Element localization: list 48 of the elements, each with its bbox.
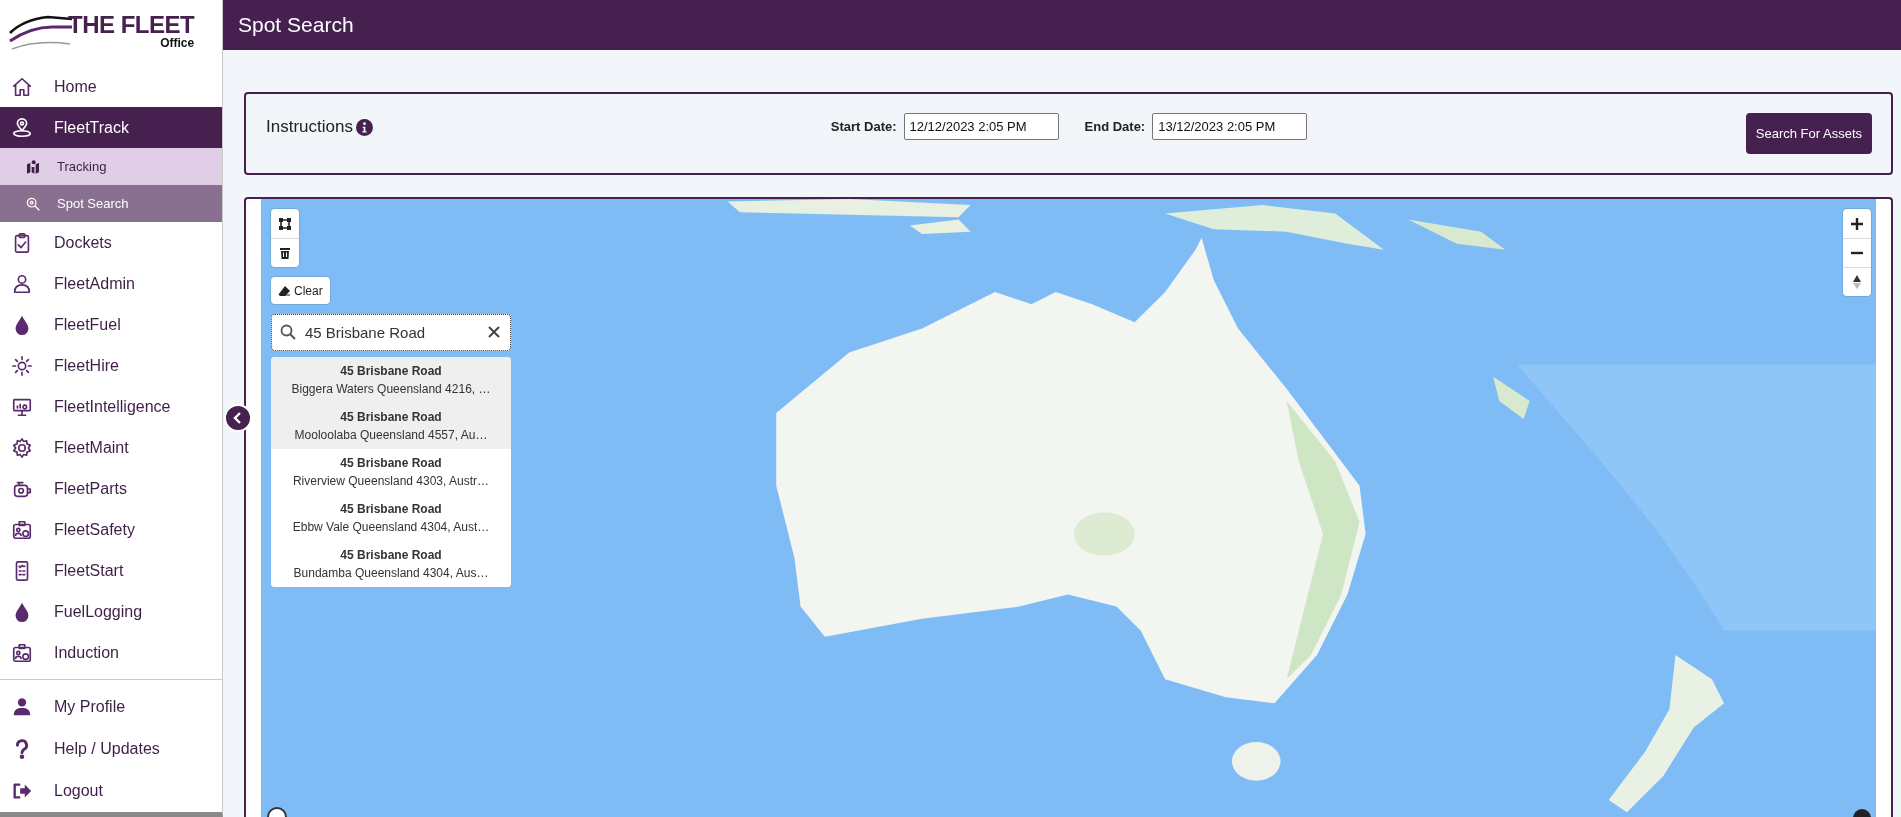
sidebar-item[interactable]: FleetHire bbox=[0, 345, 222, 386]
person-icon bbox=[11, 272, 33, 295]
start-date-label: Start Date: bbox=[830, 119, 897, 134]
sidebar-item[interactable]: Dockets bbox=[0, 222, 222, 263]
sidebar-item[interactable]: FleetTrack bbox=[0, 107, 222, 148]
sidebar-item[interactable]: Home bbox=[0, 66, 222, 107]
sidebar-item[interactable]: FleetMaint bbox=[0, 427, 222, 468]
end-date-label: End Date: bbox=[1084, 119, 1146, 134]
sidebar-item[interactable]: FuelLogging bbox=[0, 591, 222, 632]
pin-icon bbox=[11, 116, 33, 139]
sidebar-item[interactable]: FleetFuel bbox=[0, 304, 222, 345]
eraser-icon bbox=[278, 284, 291, 297]
id-card-icon bbox=[11, 641, 33, 664]
suggestion-item[interactable]: 45 Brisbane Road Mooloolaba Queensland 4557, Au… bbox=[271, 403, 511, 449]
sidebar-subitem[interactable]: Spot Search bbox=[0, 185, 222, 222]
close-icon[interactable] bbox=[487, 325, 501, 339]
sidebar-item[interactable]: My Profile bbox=[0, 686, 222, 728]
logout-icon bbox=[11, 780, 33, 802]
sidebar-item[interactable]: FleetAdmin bbox=[0, 263, 222, 304]
plus-icon bbox=[1850, 216, 1864, 231]
search-icon bbox=[25, 195, 41, 212]
trash-icon bbox=[278, 246, 292, 260]
clear-button[interactable]: Clear bbox=[271, 277, 330, 304]
square-corners-icon bbox=[278, 216, 292, 231]
id-card-icon bbox=[11, 518, 33, 541]
sidebar-item[interactable]: FleetIntelligence bbox=[0, 386, 222, 427]
compass-icon bbox=[1850, 275, 1864, 289]
instructions-label: Instructions bbox=[266, 117, 353, 137]
map-pin-icon bbox=[25, 158, 41, 175]
sidebar-item[interactable]: FleetParts bbox=[0, 468, 222, 509]
suggestion-item[interactable]: 45 Brisbane Road Biggera Waters Queensland 4216, … bbox=[271, 357, 511, 403]
sidebar-item[interactable]: Induction bbox=[0, 632, 222, 673]
sidebar-item[interactable]: FleetStart bbox=[0, 550, 222, 591]
end-date-field[interactable]: 13/12/2023 2:05 PM bbox=[1152, 113, 1308, 140]
sidebar-item[interactable]: Help / Updates bbox=[0, 728, 222, 770]
sidebar-item[interactable]: FleetSafety bbox=[0, 509, 222, 550]
search-icon bbox=[280, 324, 296, 340]
sidebar-item[interactable]: Logout bbox=[0, 770, 222, 812]
chevron-left-icon bbox=[232, 412, 244, 424]
start-date-field[interactable]: 12/12/2023 2:05 PM bbox=[903, 113, 1059, 140]
logo-title: THE FLEET bbox=[68, 14, 195, 36]
person-icon bbox=[11, 696, 33, 718]
sidebar-subitem[interactable]: Tracking bbox=[0, 148, 222, 185]
logo-subtitle: Office bbox=[160, 36, 195, 50]
location-search-field[interactable]: 45 Brisbane Road bbox=[271, 314, 511, 351]
search-assets-button[interactable]: Search For Assets bbox=[1745, 113, 1872, 154]
home-icon bbox=[11, 75, 33, 98]
page-title: Spot Search bbox=[238, 13, 354, 37]
